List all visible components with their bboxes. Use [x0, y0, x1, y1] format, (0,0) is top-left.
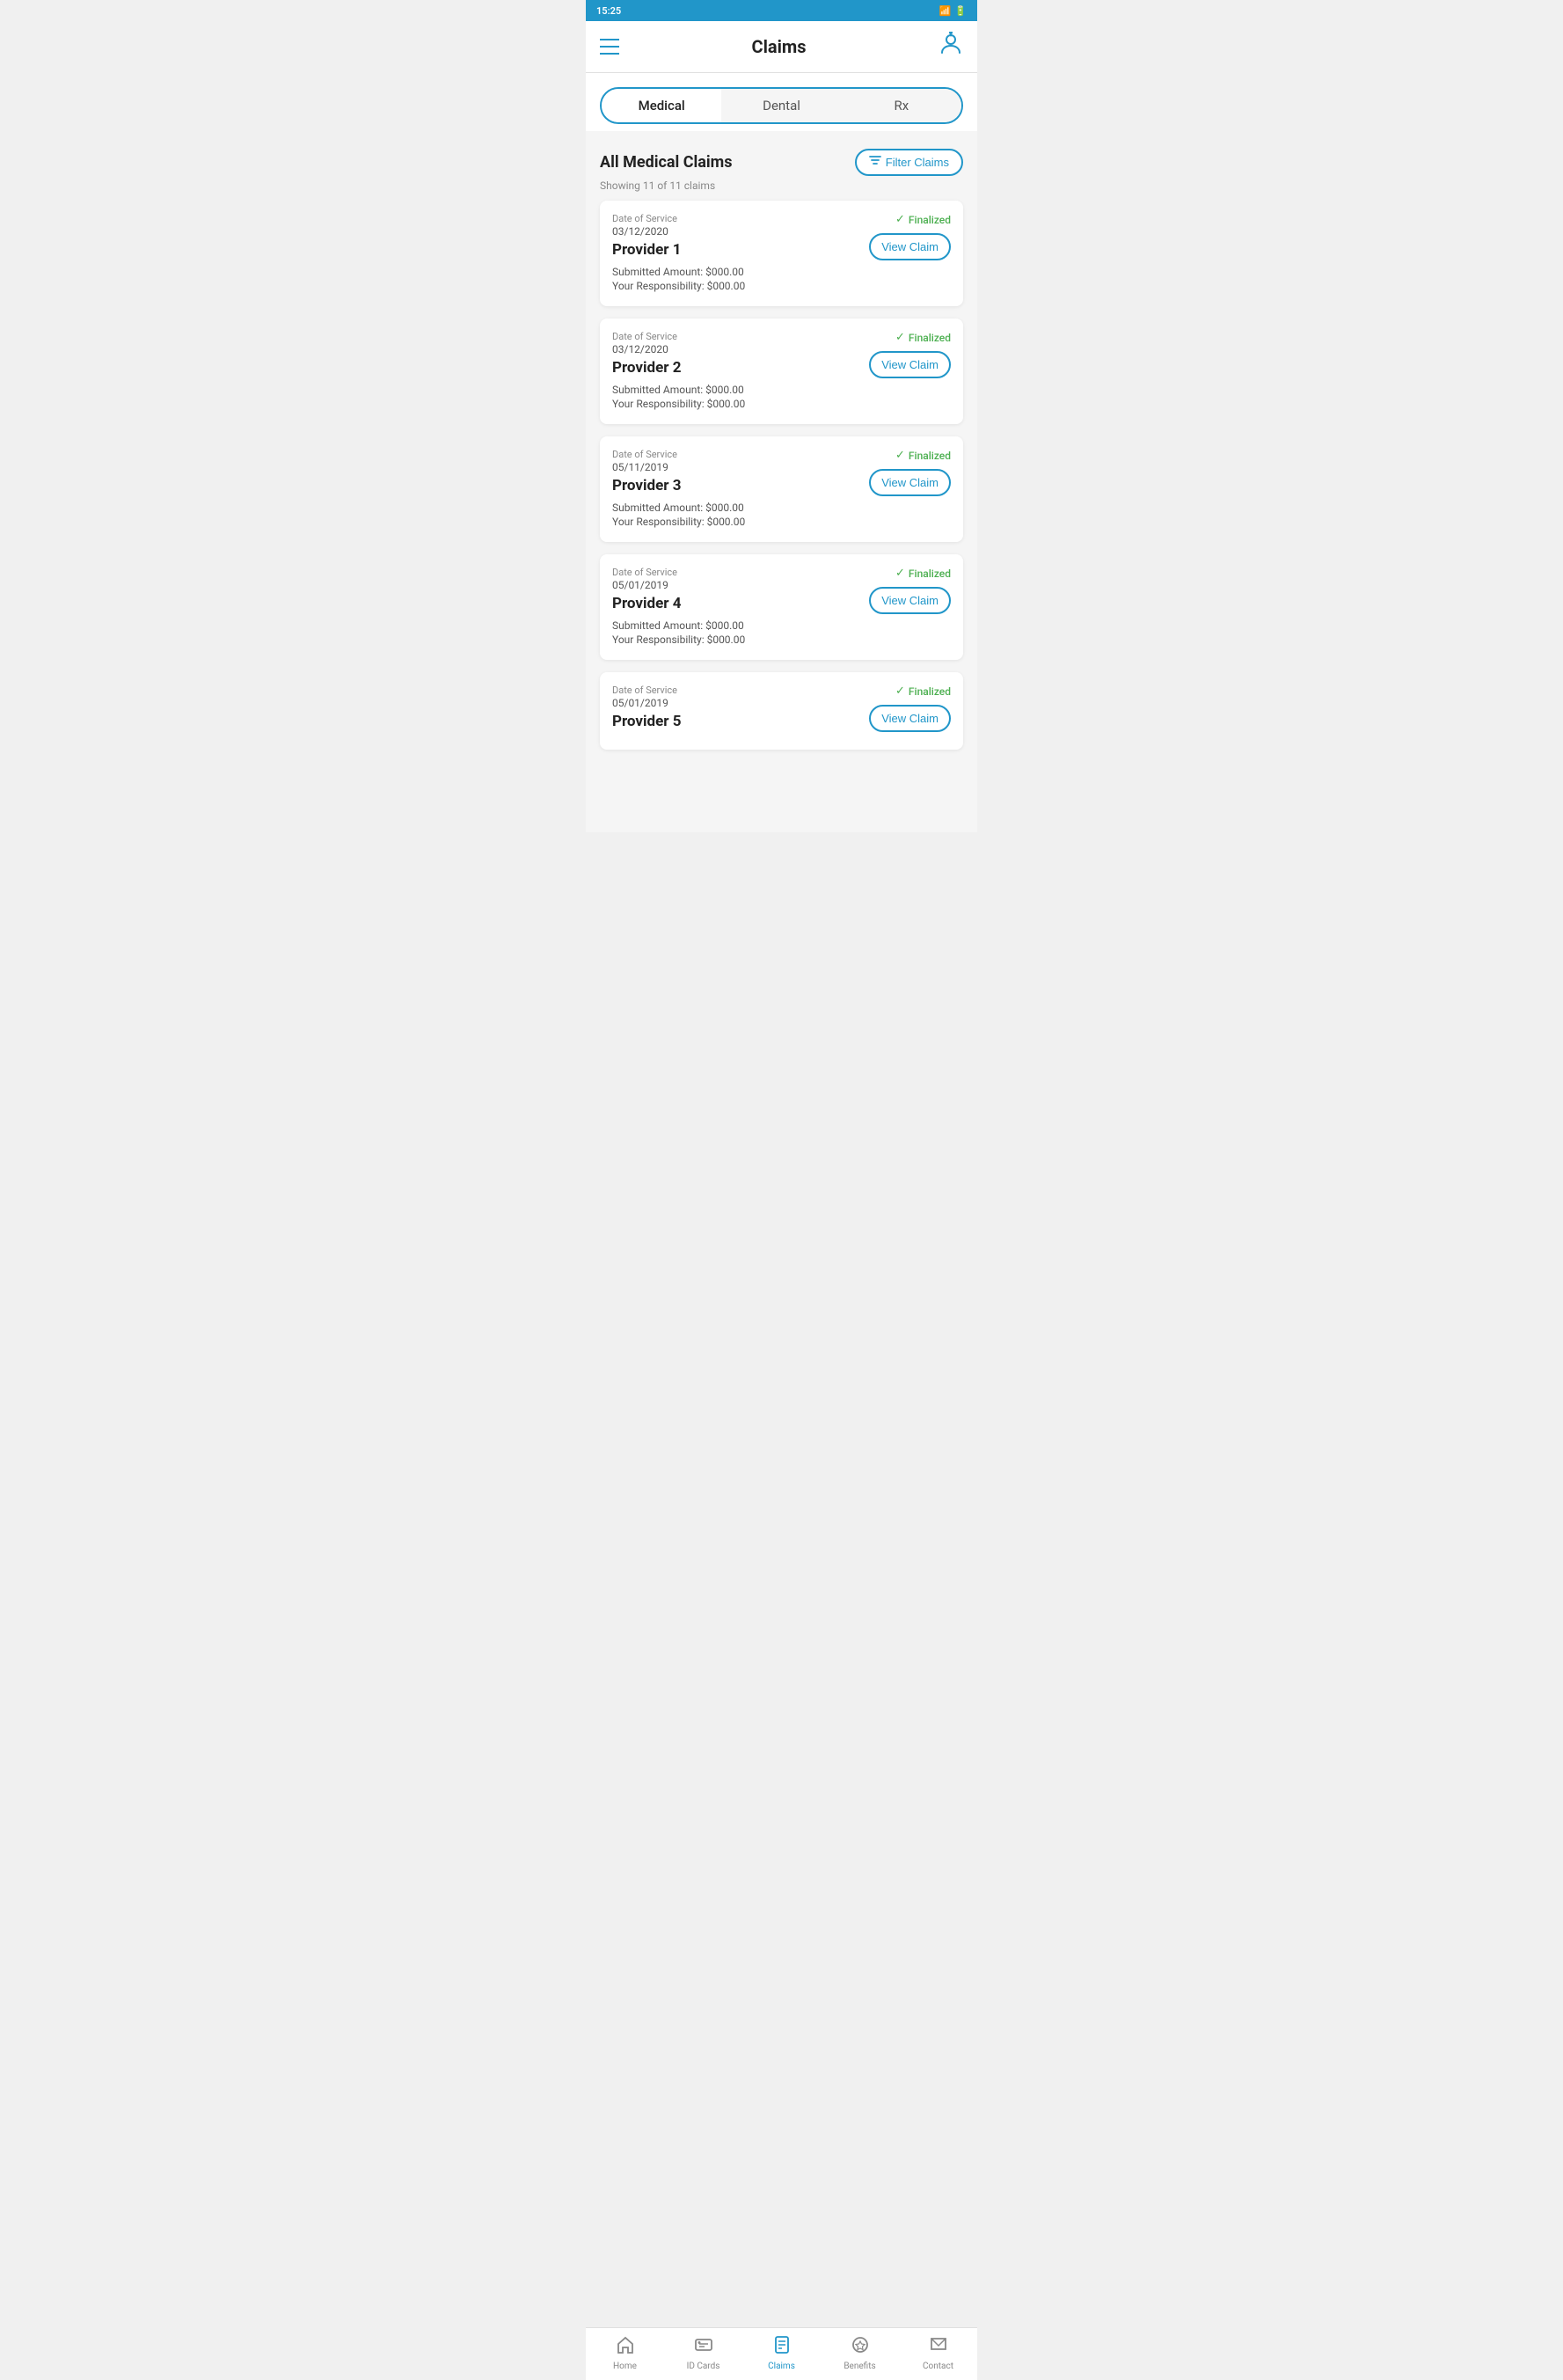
check-icon-4: ✓	[895, 567, 905, 580]
date-label-1: Date of Service	[612, 213, 854, 224]
filter-claims-label: Filter Claims	[886, 156, 949, 169]
tab-dental[interactable]: Dental	[721, 89, 841, 122]
submitted-amount-2: Submitted Amount: $000.00	[612, 384, 854, 396]
date-label-5: Date of Service	[612, 685, 854, 696]
status-label-4: Finalized	[909, 568, 951, 580]
claim-card-2: Date of Service 03/12/2020 Provider 2 Su…	[600, 319, 963, 424]
battery-icon: 🔋	[954, 5, 967, 17]
date-label-3: Date of Service	[612, 449, 854, 460]
view-claim-button-5[interactable]: View Claim	[869, 705, 951, 732]
status-time: 15:25	[596, 5, 621, 17]
date-value-2: 03/12/2020	[612, 343, 854, 355]
status-bar: 15:25 📶 🔋	[586, 0, 977, 21]
submitted-amount-3: Submitted Amount: $000.00	[612, 502, 854, 514]
tabs-container: Medical Dental Rx	[600, 87, 963, 124]
responsibility-2: Your Responsibility: $000.00	[612, 398, 854, 410]
page-title: Claims	[752, 36, 807, 57]
date-value-4: 05/01/2019	[612, 579, 854, 591]
provider-name-3: Provider 3	[612, 477, 854, 494]
claim-card-4: Date of Service 05/01/2019 Provider 4 Su…	[600, 554, 963, 660]
check-icon-5: ✓	[895, 685, 905, 698]
tab-rx[interactable]: Rx	[842, 89, 961, 122]
claim-card-3: Date of Service 05/11/2019 Provider 3 Su…	[600, 436, 963, 542]
filter-icon	[869, 156, 881, 169]
claim-left-2: Date of Service 03/12/2020 Provider 2 Su…	[612, 331, 854, 412]
claim-left-5: Date of Service 05/01/2019 Provider 5	[612, 685, 854, 737]
date-value-1: 03/12/2020	[612, 225, 854, 238]
view-claim-button-1[interactable]: View Claim	[869, 233, 951, 260]
phone-frame: 15:25 📶 🔋 Claims Medical Dental Rx	[586, 0, 977, 832]
claim-right-2: ✓ Finalized View Claim	[854, 331, 951, 378]
provider-name-4: Provider 4	[612, 595, 854, 612]
finalized-badge-5: ✓ Finalized	[895, 685, 951, 698]
app-header: Claims	[586, 21, 977, 73]
check-icon-1: ✓	[895, 213, 905, 226]
finalized-badge-1: ✓ Finalized	[895, 213, 951, 226]
check-icon-2: ✓	[895, 331, 905, 344]
wifi-icon: 📶	[939, 5, 952, 17]
responsibility-3: Your Responsibility: $000.00	[612, 516, 854, 528]
status-label-1: Finalized	[909, 214, 951, 226]
provider-name-1: Provider 1	[612, 241, 854, 259]
submitted-amount-4: Submitted Amount: $000.00	[612, 619, 854, 632]
responsibility-4: Your Responsibility: $000.00	[612, 633, 854, 646]
responsibility-1: Your Responsibility: $000.00	[612, 280, 854, 292]
showing-text: Showing 11 of 11 claims	[600, 179, 963, 192]
provider-name-5: Provider 5	[612, 713, 854, 730]
claim-card-5: Date of Service 05/01/2019 Provider 5 ✓ …	[600, 672, 963, 750]
tab-medical[interactable]: Medical	[602, 89, 721, 122]
status-label-5: Finalized	[909, 685, 951, 698]
content-area: All Medical Claims Filter Claims Showing…	[586, 131, 977, 832]
section-title: All Medical Claims	[600, 153, 733, 172]
date-label-2: Date of Service	[612, 331, 854, 342]
claim-right-5: ✓ Finalized View Claim	[854, 685, 951, 732]
menu-button[interactable]	[600, 36, 619, 57]
filter-claims-button[interactable]: Filter Claims	[855, 149, 963, 176]
date-value-5: 05/01/2019	[612, 697, 854, 709]
claim-card-1: Date of Service 03/12/2020 Provider 1 Su…	[600, 201, 963, 306]
profile-icon[interactable]	[939, 32, 963, 62]
check-icon-3: ✓	[895, 449, 905, 462]
status-label-3: Finalized	[909, 450, 951, 462]
claim-left-1: Date of Service 03/12/2020 Provider 1 Su…	[612, 213, 854, 294]
submitted-amount-1: Submitted Amount: $000.00	[612, 266, 854, 278]
claim-right-1: ✓ Finalized View Claim	[854, 213, 951, 260]
status-label-2: Finalized	[909, 332, 951, 344]
view-claim-button-2[interactable]: View Claim	[869, 351, 951, 378]
claim-left-4: Date of Service 05/01/2019 Provider 4 Su…	[612, 567, 854, 648]
finalized-badge-4: ✓ Finalized	[895, 567, 951, 580]
section-header: All Medical Claims Filter Claims	[600, 149, 963, 176]
claim-right-4: ✓ Finalized View Claim	[854, 567, 951, 614]
date-label-4: Date of Service	[612, 567, 854, 578]
provider-name-2: Provider 2	[612, 359, 854, 377]
view-claim-button-3[interactable]: View Claim	[869, 469, 951, 496]
finalized-badge-3: ✓ Finalized	[895, 449, 951, 462]
claim-right-3: ✓ Finalized View Claim	[854, 449, 951, 496]
date-value-3: 05/11/2019	[612, 461, 854, 473]
claim-left-3: Date of Service 05/11/2019 Provider 3 Su…	[612, 449, 854, 530]
view-claim-button-4[interactable]: View Claim	[869, 587, 951, 614]
status-icons: 📶 🔋	[939, 5, 967, 17]
finalized-badge-2: ✓ Finalized	[895, 331, 951, 344]
